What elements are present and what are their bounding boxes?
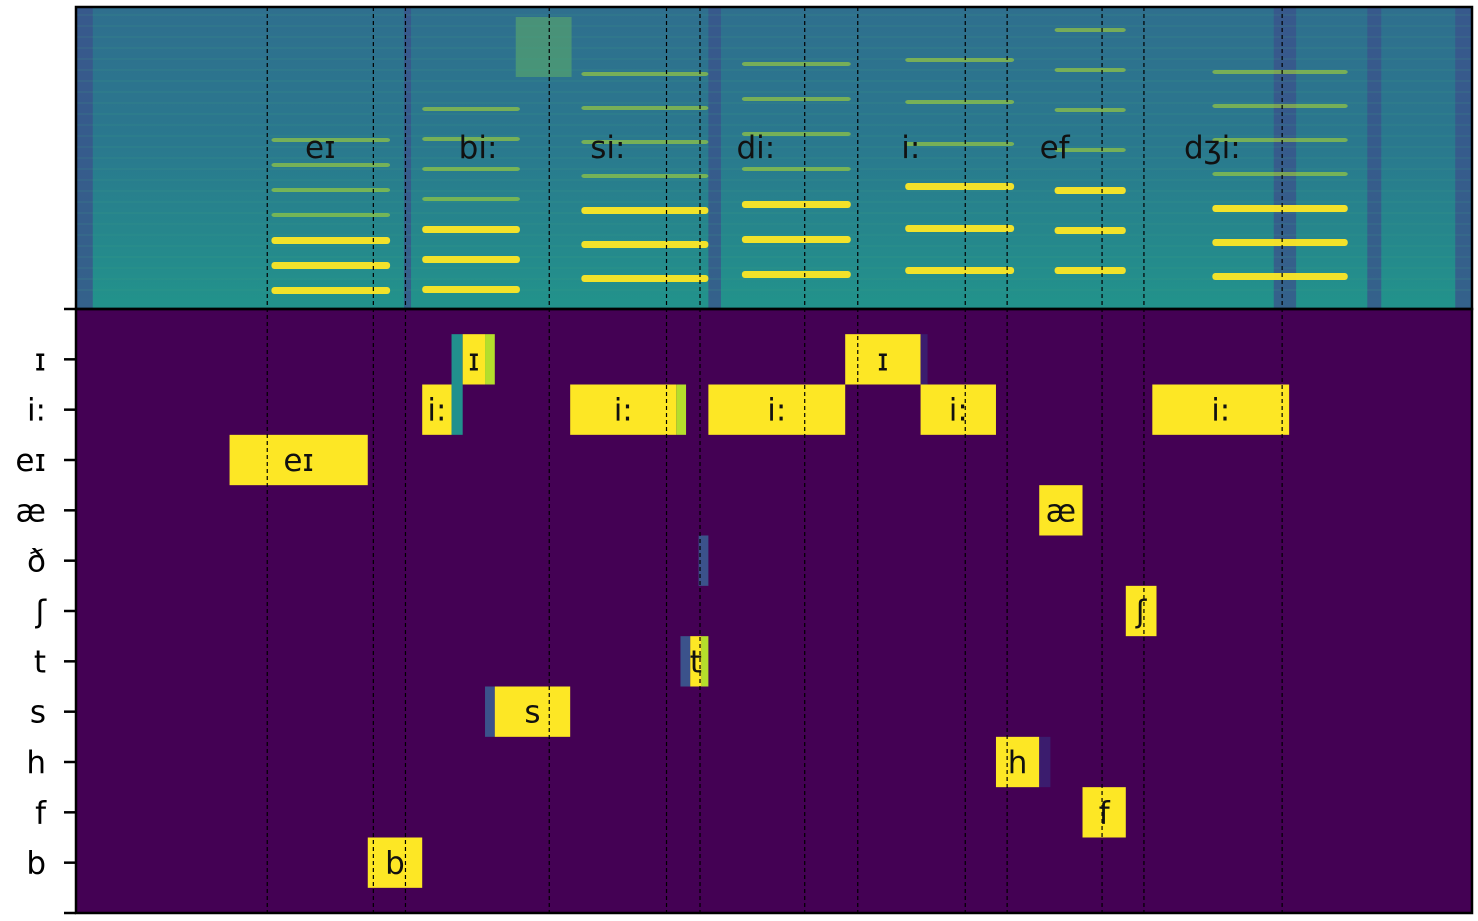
- posterior-cell-label: h: [1008, 745, 1028, 781]
- phoneme-figure: eɪ bi: si: di: i: ef dʒi: ɪ ɪi: i: i: i: i:eɪæʃtshf…: [15, 5, 1474, 915]
- spectrogram-harmonic: [905, 267, 1015, 274]
- y-tick-label: f: [35, 795, 47, 831]
- segment-label: dʒi:: [1184, 130, 1241, 166]
- y-tick-label: ɪ: [34, 342, 46, 378]
- segment-label: eɪ: [305, 130, 336, 166]
- posterior-cell: [451, 334, 463, 385]
- spectrogram-harmonic: [271, 213, 391, 217]
- posterior-cell-label: t: [690, 644, 702, 680]
- spectrogram-harmonic: [905, 100, 1015, 104]
- posterior-cell-label: i:: [1211, 393, 1230, 429]
- posterior-cell-label: æ: [1046, 493, 1076, 529]
- segment-label: i:: [901, 130, 920, 166]
- spectrogram-harmonic: [422, 167, 520, 171]
- posterior-cell-label: ʃ: [1135, 594, 1147, 630]
- spectrogram-harmonic: [1054, 28, 1126, 32]
- y-tick-label: ʃ: [35, 594, 47, 630]
- posterior-cell-label: eɪ: [283, 443, 314, 479]
- y-tick-label: s: [30, 695, 46, 731]
- spectrogram-harmonic: [422, 226, 520, 233]
- y-tick-label: t: [34, 644, 46, 680]
- spectrogram-harmonic: [1054, 68, 1126, 72]
- spectrogram-harmonic: [271, 237, 391, 244]
- posterior-cell: [485, 334, 495, 385]
- y-tick-label: i:: [27, 393, 46, 429]
- spectrogram-harmonic: [581, 275, 709, 282]
- spectrogram-harmonic: [905, 58, 1015, 62]
- spectrogram-harmonic: [741, 167, 851, 171]
- spectrogram-harmonic: [905, 183, 1015, 190]
- posterior-cell-label: f: [1099, 795, 1111, 831]
- posterior-cell: [701, 636, 709, 687]
- y-tick-label: æ: [16, 493, 46, 529]
- spectrogram-harmonic: [1054, 187, 1126, 194]
- posterior-cell: [676, 384, 687, 435]
- segment-label: si:: [590, 130, 625, 166]
- spectrogram-harmonic: [581, 207, 709, 214]
- posterior-cell-label: i:: [949, 393, 968, 429]
- posterior-cell-label: b: [385, 846, 405, 882]
- spectrogram-harmonic: [905, 142, 1015, 146]
- spectrogram-harmonic: [581, 106, 709, 110]
- posterior-cell: [451, 384, 463, 435]
- spectrogram-harmonic: [1054, 227, 1126, 234]
- spectrogram-harmonic: [271, 188, 391, 192]
- spectrogram-harmonic: [271, 262, 391, 269]
- y-axis-ticks: ɪ i: eɪ æðʃtshfb: [15, 307, 76, 915]
- y-tick-label: ð: [27, 544, 46, 580]
- spectrogram-harmonic: [422, 107, 520, 111]
- posterior-cell: [1039, 736, 1051, 788]
- spectrogram-harmonic: [905, 225, 1015, 232]
- posterior-cell-label: i:: [767, 393, 786, 429]
- spectrogram-harmonic: [1054, 108, 1126, 112]
- segment-label: bi:: [459, 130, 498, 166]
- spectrogram-harmonic: [581, 241, 709, 248]
- posterior-cell-label: i:: [614, 393, 633, 429]
- y-tick-label: h: [26, 745, 46, 781]
- y-tick-label: eɪ: [15, 443, 46, 479]
- spectrogram-harmonic: [422, 197, 520, 201]
- spectrogram-harmonic: [1212, 70, 1348, 74]
- spectrogram-harmonic: [581, 174, 709, 178]
- spectrogram-harmonic: [741, 271, 851, 278]
- spectrogram-harmonic: [1212, 205, 1348, 212]
- spectrogram-harmonic: [1212, 104, 1348, 108]
- segment-label: ef: [1040, 130, 1071, 166]
- spectrogram-harmonic: [1212, 172, 1348, 176]
- spectrogram-harmonic: [741, 97, 851, 101]
- spectrogram-harmonic: [1212, 273, 1348, 280]
- spectrogram-harmonic: [581, 72, 709, 76]
- spectrogram-harmonic: [422, 256, 520, 263]
- posterior-cell-label: ɪ: [468, 342, 480, 378]
- spectrogram-harmonic: [741, 236, 851, 243]
- segment-label: di:: [736, 130, 775, 166]
- posterior-cell-label: s: [524, 695, 540, 731]
- spectrogram-harmonic: [741, 62, 851, 66]
- posterior-cell: [920, 334, 928, 385]
- posterior-cell-label: i:: [427, 393, 446, 429]
- posterior-cell: [485, 686, 495, 737]
- y-tick-label: b: [26, 846, 46, 882]
- spectrogram-harmonic: [1054, 267, 1126, 274]
- spectrogram-harmonic: [741, 201, 851, 208]
- spectrogram-harmonic: [422, 286, 520, 293]
- spectrogram-harmonic: [1212, 239, 1348, 246]
- posterior-cell-label: ɪ: [877, 342, 889, 378]
- spectrogram-harmonic: [271, 287, 391, 294]
